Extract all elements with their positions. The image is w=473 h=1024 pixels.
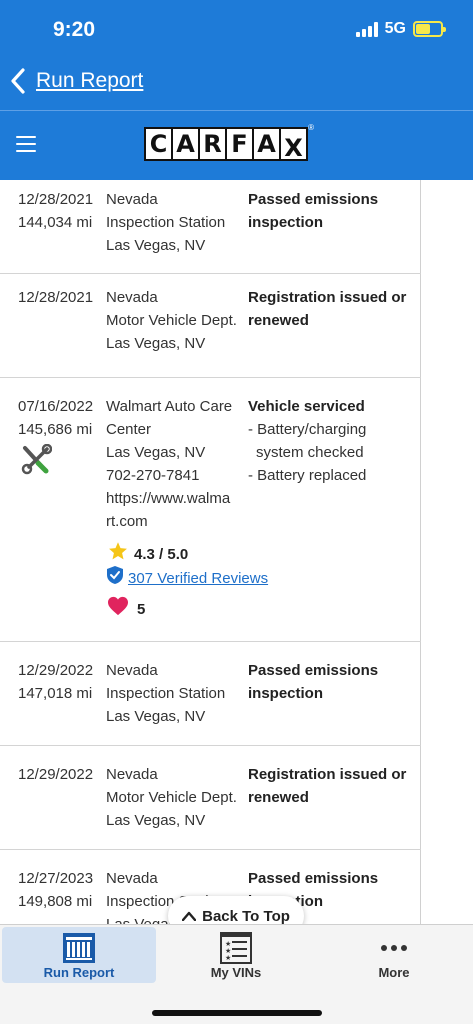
record-title: Registration issued or [248,766,407,783]
back-to-top-label: Back To Top [202,908,290,925]
record-title: Passed emissions [248,870,379,887]
battery-charging-icon [413,21,446,37]
record-source-line: Las Vegas, NV [106,237,206,254]
record-source-line: Motor Vehicle Dept. [106,789,237,806]
record-date: 07/16/2022 [18,398,94,415]
history-record: 12/28/2021 Nevada Motor Vehicle Dept. La… [0,274,421,378]
record-source-line: Inspection Station [106,214,226,231]
record-date: 12/28/2021 [18,191,94,208]
status-time: 9:20 [53,18,96,41]
status-and-nav-bar: 9:20 5G Run Report [0,0,473,110]
back-label: Run Report [36,69,144,92]
status-indicators: 5G [355,20,446,38]
website-link[interactable]: https://www.walma [106,487,246,510]
home-indicator[interactable] [152,1010,322,1016]
app-header: C A R F A X ® [0,110,473,180]
record-title: Vehicle serviced [248,398,365,415]
history-record: 12/29/2022 147,018 mi Nevada Inspection … [0,642,421,746]
history-record: 07/16/2022 145,686 mi Walmart Auto Care … [0,378,421,642]
record-title: Passed emissions [248,662,379,679]
tab-more[interactable]: More [317,927,471,983]
record-title: inspection [248,214,324,231]
tab-my-vins[interactable]: ★ ★ ★ My VINs [159,927,313,983]
record-source-line: Inspection Station [106,685,226,702]
carfax-logo: C A R F A X ® [144,123,314,163]
hamburger-menu-icon[interactable] [16,136,36,152]
record-mileage: 147,018 mi [18,685,93,702]
heart-icon[interactable] [107,596,129,623]
record-title: inspection [248,685,324,702]
record-title: Passed emissions [248,191,379,208]
vin-list-icon: ★ ★ ★ [219,931,253,965]
chevron-left-icon [10,68,26,94]
record-mileage: 145,686 mi [18,421,93,438]
record-title: renewed [248,789,309,806]
record-source-line: Center [106,421,152,438]
favorite-count[interactable]: 5 [107,596,145,623]
record-date: 12/27/2023 [18,870,94,887]
record-source-line: Nevada [106,289,158,306]
service-detail: - Battery/charging [248,421,367,438]
record-source-line: Motor Vehicle Dept. [106,312,237,329]
service-tools-icon [20,443,53,483]
record-date: 12/29/2022 [18,662,94,679]
tab-label: Run Report [43,965,115,980]
history-list[interactable]: 12/28/2021 144,034 mi Nevada Inspection … [0,180,473,924]
chevron-up-icon [181,908,197,925]
bottom-tab-bar: Run Report ★ ★ ★ My VINs More [0,924,473,1024]
record-source-line: Nevada [106,662,158,679]
record-mileage: 144,034 mi [18,214,93,231]
tab-run-report[interactable]: Run Report [2,927,156,983]
record-source-line: Las Vegas, NV [106,335,206,352]
tab-label: My VINs [210,965,262,980]
record-source-line: Las Vegas, NV [106,444,206,461]
record-source-line: Las Vegas, NV [106,708,206,725]
verified-reviews[interactable]: 307 Verified Reviews [106,565,268,592]
shield-check-icon [106,565,124,592]
star-icon [108,541,128,568]
rating-value: 4.3 / 5.0 [134,546,189,563]
tab-label: More [378,965,410,980]
favorite-count-value: 5 [137,601,146,618]
phone-number[interactable]: 702-270-7841 [106,464,246,487]
network-type: 5G [384,20,406,37]
record-source-line: Las Vegas, NV [106,812,206,829]
record-source-line: Nevada [106,870,158,887]
record-source-line: Nevada [106,191,158,208]
record-date: 12/29/2022 [18,766,94,783]
record-source-line: Walmart Auto Care [106,398,233,415]
record-title: Registration issued or [248,289,407,306]
run-report-icon [62,931,96,965]
cellular-signal-icon [355,21,378,37]
website-link[interactable]: rt.com [106,510,246,533]
back-button[interactable]: Run Report [10,68,143,94]
history-record: 12/29/2022 Nevada Motor Vehicle Dept. La… [0,746,421,850]
record-date: 12/28/2021 [18,289,94,306]
record-source-line: Nevada [106,766,158,783]
reviews-link[interactable]: 307 Verified Reviews [128,567,268,590]
service-detail: - Battery replaced [248,467,367,484]
record-mileage: 149,808 mi [18,893,93,910]
shop-rating: 4.3 / 5.0 [108,541,188,568]
record-title: renewed [248,312,309,329]
more-dots-icon [379,931,409,965]
svg-text:★: ★ [225,954,231,962]
service-detail: system checked [256,444,364,461]
history-record: 12/28/2021 144,034 mi Nevada Inspection … [0,180,421,274]
